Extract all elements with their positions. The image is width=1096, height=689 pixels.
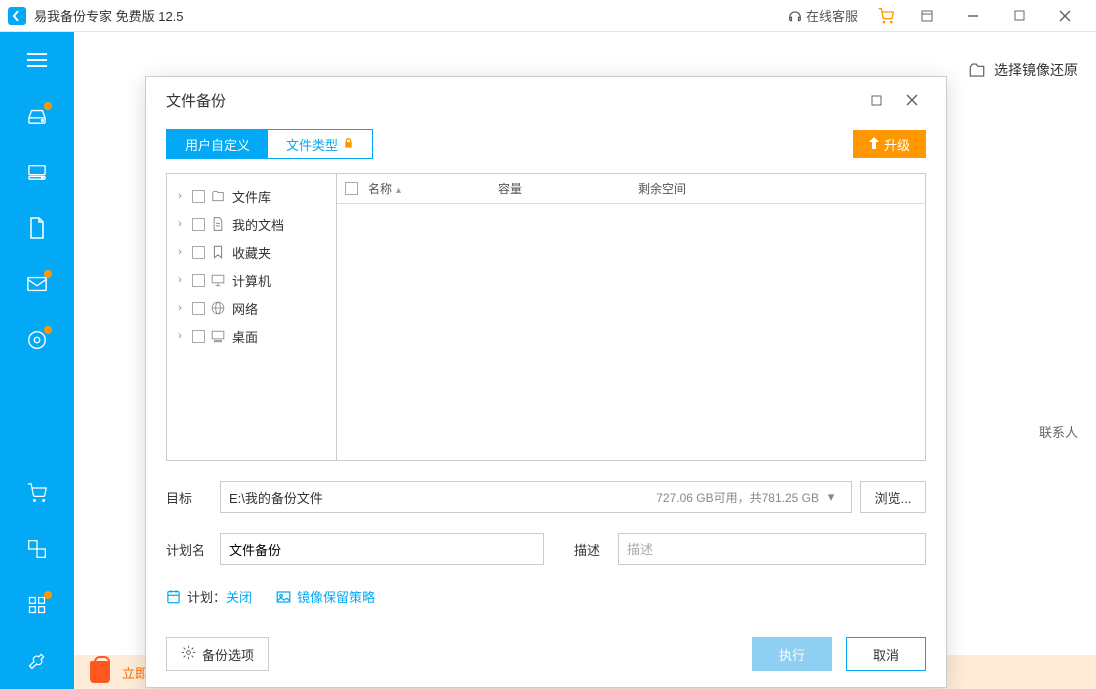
restore-image-link[interactable]: 选择镜像还原: [968, 60, 1078, 80]
schedule-link[interactable]: 计划：关闭: [166, 587, 252, 606]
sidebar: [0, 32, 74, 689]
shopping-bag-icon: [90, 661, 110, 683]
tree-item-documents[interactable]: › 我的文档: [173, 210, 330, 238]
tree-item-library[interactable]: › 文件库: [173, 182, 330, 210]
close-button[interactable]: [1042, 0, 1088, 32]
mail-backup-icon[interactable]: [0, 256, 74, 312]
tree-item-computer[interactable]: › 计算机: [173, 266, 330, 294]
select-all-checkbox[interactable]: [345, 182, 358, 195]
column-capacity[interactable]: 容量: [498, 180, 638, 197]
target-label: 目标: [166, 488, 220, 507]
dialog-header: 文件备份: [146, 77, 946, 123]
checkbox[interactable]: [192, 302, 205, 315]
dialog-maximize-button[interactable]: [858, 82, 894, 118]
dialog-title: 文件备份: [166, 90, 226, 111]
column-remaining[interactable]: 剩余空间: [638, 180, 778, 197]
dialog-close-button[interactable]: [894, 82, 930, 118]
clone-icon[interactable]: [0, 312, 74, 368]
file-list: 名称 ▴ 容量 剩余空间: [337, 174, 925, 460]
tab-user-custom[interactable]: 用户自定义: [167, 130, 268, 158]
calendar-icon: [166, 589, 181, 604]
monitor-icon: [210, 274, 226, 287]
document-icon: [210, 217, 226, 231]
tree-item-network[interactable]: › 网络: [173, 294, 330, 322]
file-backup-dialog: 文件备份 用户自定义 文件类型: [145, 76, 947, 688]
sidebar-cart-icon[interactable]: [0, 465, 74, 521]
app-title: 易我备份专家 免费版 12.5: [34, 6, 184, 25]
chevron-right-icon: ›: [173, 330, 187, 342]
titlebar: 易我备份专家 免费版 12.5 在线客服: [0, 0, 1096, 32]
up-arrow-icon: [869, 137, 879, 152]
backup-options-button[interactable]: 备份选项: [166, 637, 269, 671]
checkbox[interactable]: [192, 246, 205, 259]
tab-group: 用户自定义 文件类型: [166, 129, 373, 159]
cancel-button[interactable]: 取消: [846, 637, 926, 671]
tree-item-desktop[interactable]: › 桌面: [173, 322, 330, 350]
menu-icon[interactable]: [0, 32, 74, 88]
disk-backup-icon[interactable]: [0, 88, 74, 144]
system-backup-icon[interactable]: [0, 144, 74, 200]
chevron-right-icon: ›: [173, 246, 187, 258]
description-input[interactable]: [618, 533, 926, 565]
lock-icon: [343, 137, 354, 152]
description-label: 描述: [574, 540, 618, 559]
target-path: E:\我的备份文件: [229, 488, 323, 507]
chevron-right-icon: ›: [173, 190, 187, 202]
target-dropdown-icon[interactable]: ▾: [819, 489, 843, 505]
desktop-icon: [210, 330, 226, 343]
chevron-right-icon: ›: [173, 218, 187, 230]
globe-icon: [210, 301, 226, 315]
upgrade-button[interactable]: 升级: [853, 130, 926, 158]
contacts-label: 联系人: [1039, 422, 1078, 441]
bookmark-icon: [210, 245, 226, 259]
cart-icon[interactable]: [868, 0, 904, 32]
checkbox[interactable]: [192, 190, 205, 203]
gear-icon: [181, 645, 196, 663]
tab-file-type[interactable]: 文件类型: [268, 130, 372, 158]
apps-icon[interactable]: [0, 577, 74, 633]
target-field[interactable]: E:\我的备份文件 727.06 GB可用，共781.25 GB ▾: [220, 481, 852, 513]
file-backup-icon[interactable]: [0, 200, 74, 256]
folder-icon: [210, 190, 226, 202]
tools-icon[interactable]: [0, 633, 74, 689]
checkbox[interactable]: [192, 274, 205, 287]
browse-button[interactable]: 浏览...: [860, 481, 926, 513]
image-icon: [276, 590, 291, 604]
online-service-link[interactable]: 在线客服: [778, 0, 868, 32]
checkbox[interactable]: [192, 330, 205, 343]
chevron-right-icon: ›: [173, 274, 187, 286]
checkbox[interactable]: [192, 218, 205, 231]
column-name[interactable]: 名称: [368, 182, 392, 196]
chevron-right-icon: ›: [173, 302, 187, 314]
retention-link[interactable]: 镜像保留策略: [276, 587, 375, 606]
plan-label: 计划名: [166, 540, 220, 559]
target-space-info: 727.06 GB可用，共781.25 GB: [656, 489, 819, 506]
minimize-button[interactable]: [950, 0, 996, 32]
app-logo-icon: [8, 7, 26, 25]
plan-name-input[interactable]: [220, 533, 544, 565]
execute-button[interactable]: 执行: [752, 637, 832, 671]
window-expand-icon[interactable]: [904, 0, 950, 32]
maximize-button[interactable]: [996, 0, 1042, 32]
transfer-icon[interactable]: [0, 521, 74, 577]
tree-item-favorites[interactable]: › 收藏夹: [173, 238, 330, 266]
sort-asc-icon: ▴: [396, 185, 401, 196]
folder-tree[interactable]: › 文件库 › 我的文档 › 收藏夹: [167, 174, 337, 460]
